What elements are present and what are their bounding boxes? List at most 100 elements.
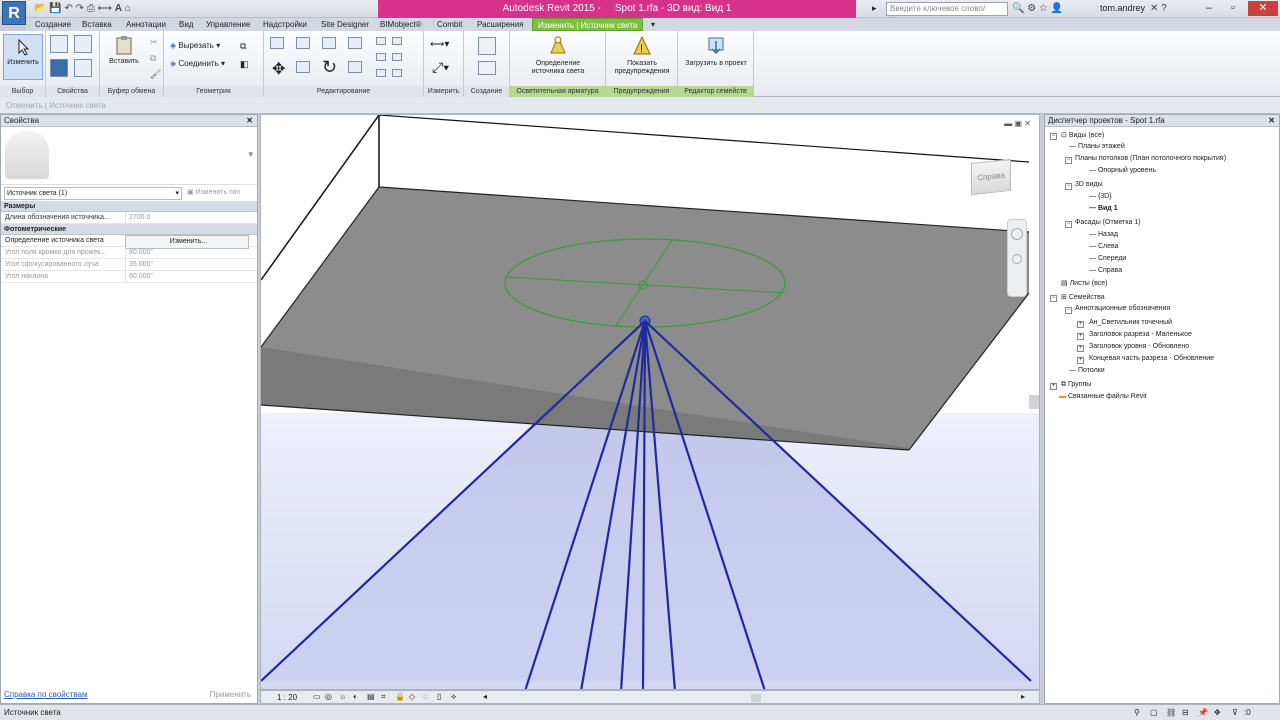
undo-icon[interactable]: ↶ xyxy=(64,3,72,14)
analysis-icon[interactable]: ⟡ xyxy=(451,692,456,702)
user-name[interactable]: tom.andrey xyxy=(1100,3,1145,13)
tab-extensions[interactable]: Расширения xyxy=(472,18,529,31)
tree-item-left[interactable]: — Слева xyxy=(1089,243,1119,250)
tree-item-3d-views[interactable]: 3D виды xyxy=(1075,181,1103,188)
tree-item-right[interactable]: — Справа xyxy=(1089,267,1122,274)
visual-style-icon[interactable]: ◎ xyxy=(325,692,332,701)
property-value[interactable]: 2700.0 xyxy=(125,212,249,224)
expand-icon[interactable]: + xyxy=(1050,383,1057,390)
align-icon[interactable] xyxy=(270,37,284,49)
3d-scene[interactable] xyxy=(261,115,1040,690)
scroll-right-icon[interactable]: ▸ xyxy=(1021,692,1025,701)
user-icon[interactable]: 👤 xyxy=(1051,3,1063,14)
view-close-icon[interactable]: ✕ xyxy=(1024,119,1031,128)
pin-icon[interactable] xyxy=(392,53,402,61)
shadows-icon[interactable]: ◐ xyxy=(353,692,358,701)
split-icon[interactable] xyxy=(376,37,386,45)
tree-item-groups[interactable]: ⧉ Группы xyxy=(1061,381,1091,389)
measure-icon[interactable]: ⟷ xyxy=(98,3,112,14)
tab-modify-light-source[interactable]: Изменить | Источник света xyxy=(532,18,644,31)
copy-icon[interactable] xyxy=(296,61,310,73)
select-pinned-icon[interactable]: 📌 xyxy=(1198,708,1208,717)
create-similar-icon[interactable] xyxy=(478,61,496,75)
tab-site-designer[interactable]: Site Designer xyxy=(316,18,374,31)
revit-logo-button[interactable]: R xyxy=(2,1,26,25)
3d-view-icon[interactable]: ⌂ xyxy=(125,3,131,14)
view-minimize-icon[interactable]: ▬ xyxy=(1004,119,1012,128)
print-icon[interactable]: ⎙ xyxy=(87,3,95,14)
rotate-icon[interactable]: ↻ xyxy=(322,57,337,78)
tab-view[interactable]: Вид xyxy=(174,18,198,31)
star-icon[interactable]: ☆ xyxy=(1039,3,1048,14)
tree-item-families[interactable]: ⊞ Семейства xyxy=(1061,293,1105,301)
tree-item-ceiling-plans[interactable]: Планы потолков (План потолочного покрыти… xyxy=(1075,155,1226,162)
tree-item-level-head[interactable]: Заголовок уровня - Обновлено xyxy=(1089,343,1189,350)
create-group-icon[interactable] xyxy=(478,37,496,55)
detail-level-icon[interactable]: ▭ xyxy=(313,692,321,701)
temporary-view-icon[interactable]: ▯ xyxy=(437,692,441,701)
search-dropdown-icon[interactable]: ▸ xyxy=(872,3,877,14)
copy-small-icon[interactable]: ⧉ xyxy=(150,53,156,64)
view-scale[interactable]: 1 : 20 xyxy=(277,693,297,702)
tree-item-elevations[interactable]: Фасады (Отметка 1) xyxy=(1075,219,1141,226)
array-icon[interactable] xyxy=(392,37,402,45)
collapse-icon[interactable]: − xyxy=(1065,221,1072,228)
collapse-icon[interactable]: − xyxy=(1065,183,1072,190)
family-category-icon[interactable] xyxy=(74,59,92,77)
minimize-button[interactable]: – xyxy=(1198,1,1220,16)
design-options-icon[interactable]: ▢ xyxy=(1150,708,1158,717)
view-window-controls[interactable]: ▬ ▣ ✕ xyxy=(1004,119,1031,128)
tab-annotate[interactable]: Аннотации xyxy=(121,18,171,31)
type-properties-icon[interactable] xyxy=(74,35,92,53)
binoculars-icon[interactable]: 🔍 xyxy=(1012,3,1024,14)
crop-icon[interactable]: ⌗ xyxy=(381,692,386,702)
unpin-icon[interactable] xyxy=(376,69,386,77)
tree-item-spot-symbol[interactable]: Ан_Светильник точечный xyxy=(1089,319,1172,326)
tree-item-ref-level[interactable]: — Опорный уровень xyxy=(1089,167,1156,174)
scroll-left-icon[interactable]: ◂ xyxy=(483,692,487,701)
reveal-hidden-icon[interactable]: ◌ xyxy=(423,692,428,701)
collapse-icon[interactable]: − xyxy=(1050,295,1057,302)
vertical-scrollbar-thumb[interactable] xyxy=(1029,395,1039,409)
move-icon[interactable]: ✥ xyxy=(272,59,285,79)
sun-path-icon[interactable]: ☼ xyxy=(339,692,346,701)
help-tools[interactable]: ✕ ? xyxy=(1150,3,1167,14)
edit-type-button[interactable]: ▣ Изменить тип xyxy=(187,188,240,196)
expand-icon[interactable]: + xyxy=(1077,345,1084,352)
lock-view-icon[interactable]: 🔒 xyxy=(395,692,405,701)
navigation-bar[interactable] xyxy=(1007,219,1027,297)
tree-item-section-tail[interactable]: Концевая часть разреза - Обновление xyxy=(1089,355,1214,362)
show-warnings-button[interactable]: ! Показать предупреждения xyxy=(610,35,674,76)
tree-item-view-1[interactable]: — Вид 1 xyxy=(1089,205,1118,212)
expand-icon[interactable]: + xyxy=(1077,333,1084,340)
properties-help-link[interactable]: Справка по свойствам xyxy=(4,690,87,699)
redo-icon[interactable]: ↷ xyxy=(76,3,84,14)
subscription-icon[interactable]: ⚙ xyxy=(1027,3,1036,14)
tree-item-3d-default[interactable]: — {3D} xyxy=(1089,193,1112,200)
section-photometric[interactable]: Фотометрические xyxy=(1,224,257,235)
trim-icon[interactable] xyxy=(348,61,362,73)
expand-icon[interactable]: + xyxy=(1077,321,1084,328)
tree-item-ceilings[interactable]: — Потолки xyxy=(1069,367,1105,374)
paste-button[interactable]: Вставить xyxy=(104,35,144,66)
instance-filter-select[interactable]: Источник света (1) ▾ xyxy=(4,187,182,200)
save-icon[interactable]: 💾 xyxy=(49,3,61,14)
select-links-icon[interactable]: ⛓ xyxy=(1166,708,1176,717)
split-face-icon[interactable]: ◧ xyxy=(240,59,249,70)
tree-item-front[interactable]: — Спереди xyxy=(1089,255,1126,262)
tree-item-back[interactable]: — Назад xyxy=(1089,231,1118,238)
tab-insert[interactable]: Вставка xyxy=(77,18,117,31)
mirror-axis-icon[interactable] xyxy=(322,37,336,49)
project-browser-close-icon[interactable]: ✕ xyxy=(1268,115,1275,127)
search-tools[interactable]: 🔍 ⚙ ☆ 👤 xyxy=(1012,3,1063,14)
tab-addins[interactable]: Надстройки xyxy=(258,18,312,31)
property-value[interactable]: 80.000° xyxy=(125,247,249,259)
match-icon[interactable]: 🖌 xyxy=(150,69,161,80)
tab-bimobject[interactable]: BIMobject® xyxy=(375,18,426,31)
offset-icon[interactable] xyxy=(296,37,310,49)
property-value[interactable]: 35.000° xyxy=(125,259,249,271)
collapse-icon[interactable]: − xyxy=(1065,307,1072,314)
drag-elements-icon[interactable]: ✥ xyxy=(1214,708,1221,717)
collapse-icon[interactable]: − xyxy=(1050,133,1057,140)
properties-icon[interactable] xyxy=(50,35,68,53)
